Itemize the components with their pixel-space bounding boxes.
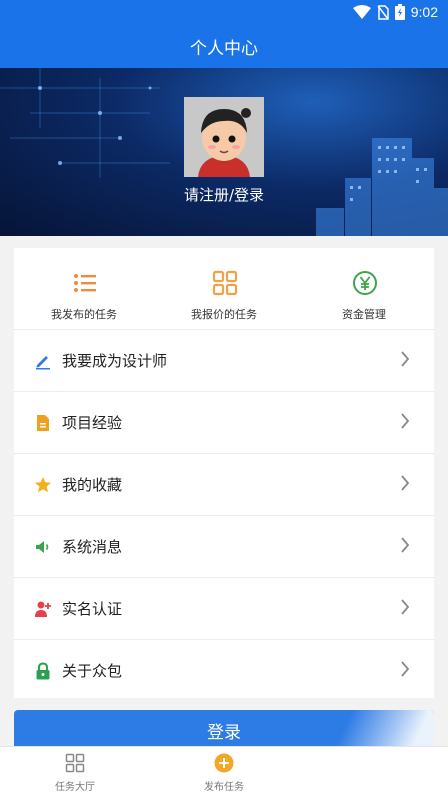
menu-item-about[interactable]: 关于众包 [14, 640, 434, 702]
chevron-right-icon [401, 599, 410, 615]
menu-label: 实名认证 [62, 600, 123, 618]
quick-actions: 我发布的任务 我报价的任务 资金管理 [14, 248, 434, 330]
star-icon [35, 477, 51, 493]
login-button-label: 登录 [207, 723, 241, 743]
quick-label: 我发布的任务 [51, 308, 117, 321]
app-bar: 个人中心 [0, 24, 448, 68]
lock-icon [36, 662, 50, 680]
chevron-right-icon [401, 351, 410, 367]
page-title: 个人中心 [190, 38, 258, 59]
chevron-right-icon [401, 661, 410, 677]
menu-card: 我发布的任务 我报价的任务 资金管理 我要成为设计师 项目经验 我的收藏 系统消… [14, 248, 434, 698]
menu-item-real-name-verification[interactable]: 实名认证 [14, 578, 434, 640]
avatar-image [184, 97, 264, 177]
yen-icon [353, 271, 377, 295]
no-sim-icon [377, 4, 389, 20]
grid-icon [212, 270, 238, 296]
pen-icon [36, 356, 50, 370]
battery-icon [394, 4, 405, 20]
status-icons: 9:02 [352, 3, 438, 21]
menu-label: 项目经验 [62, 414, 123, 432]
chevron-right-icon [401, 475, 410, 491]
quick-fund-management[interactable]: 资金管理 [294, 248, 434, 330]
chevron-right-icon [401, 413, 410, 429]
menu-item-become-designer[interactable]: 我要成为设计师 [14, 330, 434, 392]
quick-label: 我报价的任务 [191, 308, 257, 321]
tab-task-hall[interactable]: 任务大厅 [0, 747, 150, 796]
status-bar: 9:02 [0, 0, 448, 24]
quick-label: 资金管理 [342, 308, 386, 321]
tab-label: 发布任务 [204, 782, 244, 793]
menu-item-system-messages[interactable]: 系统消息 [14, 516, 434, 578]
avatar[interactable] [184, 97, 264, 177]
menu-item-my-favorites[interactable]: 我的收藏 [14, 454, 434, 516]
menu-label: 关于众包 [62, 662, 123, 680]
menu-label: 我要成为设计师 [62, 352, 168, 370]
speaker-icon [36, 541, 49, 553]
status-time: 9:02 [410, 4, 438, 20]
list-icon [74, 274, 96, 292]
menu-label: 系统消息 [62, 538, 123, 556]
quick-my-published-tasks[interactable]: 我发布的任务 [14, 248, 154, 330]
wifi-icon [352, 5, 371, 19]
tab-publish-task[interactable]: 发布任务 [149, 747, 299, 796]
register-login-link[interactable]: 请注册/登录 [0, 184, 448, 205]
document-icon [37, 415, 49, 431]
chevron-right-icon [401, 537, 410, 553]
menu-label: 我的收藏 [62, 476, 123, 494]
menu-item-project-experience[interactable]: 项目经验 [14, 392, 434, 454]
bottom-nav: 任务大厅 发布任务 [0, 746, 448, 796]
profile-header: 请注册/登录 [0, 68, 448, 236]
plus-circle-icon [214, 753, 234, 773]
add-user-icon [35, 601, 51, 617]
tab-label: 任务大厅 [55, 782, 95, 793]
grid-icon [65, 753, 85, 773]
quick-my-quoted-tasks[interactable]: 我报价的任务 [154, 248, 294, 330]
